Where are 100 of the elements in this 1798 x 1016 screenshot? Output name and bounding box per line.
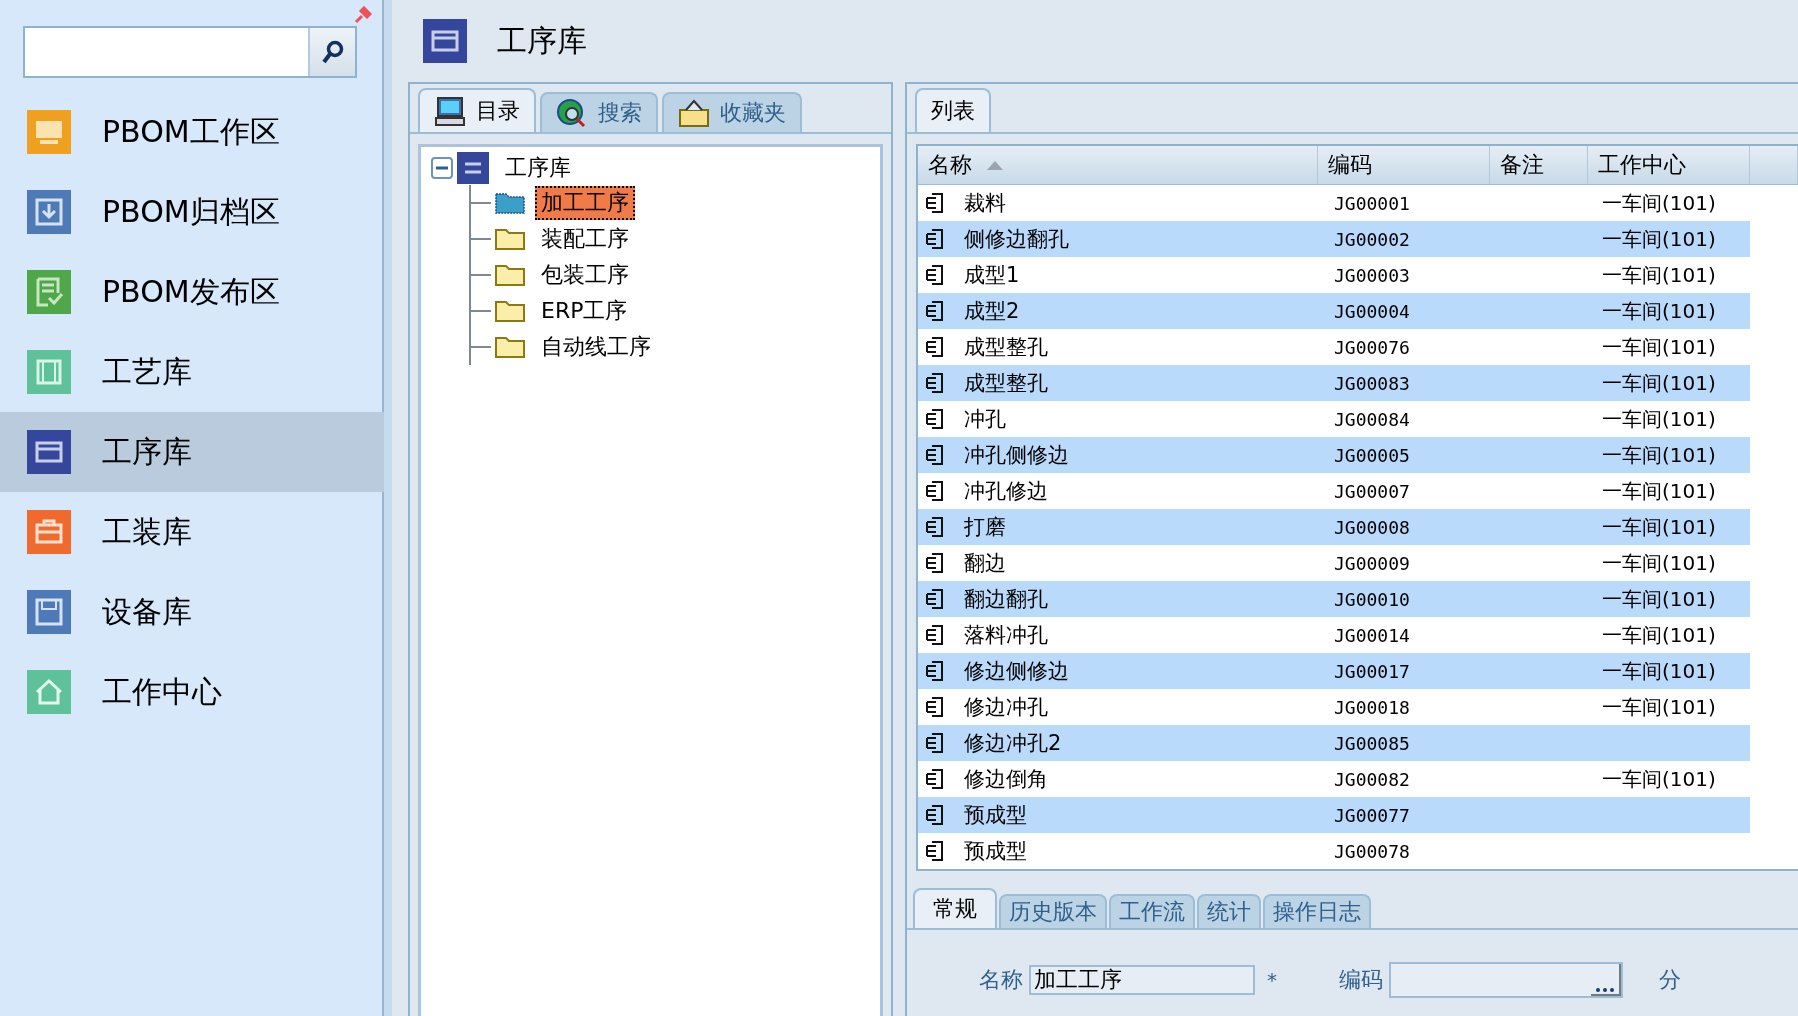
document-icon [926, 481, 943, 501]
computer-icon [434, 96, 466, 126]
table-cell-text: JG00007 [1333, 480, 1411, 502]
tab[interactable]: 列表 [915, 88, 991, 132]
table-cell-text: 打磨 [963, 514, 1007, 541]
document-icon [926, 409, 943, 429]
window-icon [423, 19, 467, 63]
table-cell-text: JG00004 [1333, 300, 1411, 322]
name-field[interactable]: 加工工序 [1029, 965, 1255, 995]
tree-item[interactable]: 加工工序 [535, 186, 635, 220]
nav-item[interactable]: 工艺库 [0, 332, 384, 412]
tree-item[interactable]: ERP工序 [535, 294, 634, 328]
document-icon [926, 517, 943, 537]
tree-item[interactable]: 自动线工序 [535, 330, 657, 364]
column-header[interactable]: 名称 [928, 150, 972, 180]
document-icon [926, 445, 943, 465]
tab[interactable]: 历史版本 [999, 894, 1107, 928]
table-cell-text: JG00001 [1333, 192, 1411, 214]
table-cell-text: JG00077 [1333, 804, 1411, 826]
table-cell-text: 冲孔 [963, 406, 1007, 433]
document-icon [926, 661, 943, 681]
table-cell-text: 翻边翻孔 [963, 586, 1049, 613]
search-button[interactable] [308, 28, 355, 76]
folder-icon [495, 264, 525, 286]
tab[interactable]: 操作日志 [1263, 894, 1371, 928]
table-cell-text: JG00002 [1333, 228, 1411, 250]
table-cell-text: 一车间(101) [1601, 693, 1717, 721]
table-cell-text: JG00003 [1333, 264, 1411, 286]
table-cell-text: JG00010 [1333, 588, 1411, 610]
tab[interactable]: 目录 [418, 88, 536, 132]
document-icon [926, 769, 943, 789]
list-icon [457, 152, 489, 184]
ellipsis-icon [1595, 986, 1615, 994]
table-cell-text: 一车间(101) [1601, 189, 1717, 217]
nav-item[interactable]: 工序库 [0, 412, 384, 492]
column-header[interactable]: 备注 [1500, 150, 1544, 180]
nav-item[interactable]: PBOM工作区 [0, 92, 384, 172]
table-cell-text: JG00017 [1333, 660, 1411, 682]
column-header[interactable]: 编码 [1328, 150, 1372, 180]
table-cell-text: JG00018 [1333, 696, 1411, 718]
browse-button[interactable] [1591, 964, 1621, 996]
table-cell-text: 成型1 [963, 262, 1021, 289]
nav-item[interactable]: 工作中心 [0, 652, 384, 732]
table-cell-text: 成型2 [963, 298, 1021, 325]
sort-arrow-icon[interactable] [986, 160, 1004, 170]
tree-item[interactable]: 包装工序 [535, 258, 635, 292]
globe-magnifier-icon [556, 98, 588, 128]
document-icon [926, 373, 943, 393]
nav-item[interactable]: PBOM发布区 [0, 252, 384, 332]
tab[interactable]: 收藏夹 [662, 92, 802, 132]
tab[interactable]: 统计 [1197, 894, 1261, 928]
table-cell-text: 一车间(101) [1601, 225, 1717, 253]
code-field[interactable] [1389, 962, 1623, 998]
table-cell-text: JG00076 [1333, 336, 1411, 358]
table-cell-text: 冲孔修边 [963, 478, 1049, 505]
table-cell-text: 一车间(101) [1601, 333, 1717, 361]
table-cell-text: 一车间(101) [1601, 765, 1717, 793]
table-cell-text: 落料冲孔 [963, 622, 1049, 649]
document-icon [926, 193, 943, 213]
tree-root[interactable]: 工序库 [505, 153, 571, 183]
table-cell-text: 预成型 [963, 838, 1028, 865]
table-cell-text: 翻边 [963, 550, 1007, 577]
tree-item[interactable]: 装配工序 [535, 222, 635, 256]
table-cell-text: 裁料 [963, 190, 1007, 217]
column-header[interactable]: 工作中心 [1598, 150, 1686, 180]
search-field[interactable] [23, 26, 357, 78]
table-cell-text: JG00014 [1333, 624, 1411, 646]
table-cell-text: 一车间(101) [1601, 441, 1717, 469]
nav-item[interactable]: 设备库 [0, 572, 384, 652]
table-cell-text: 侧修边翻孔 [963, 226, 1070, 253]
page-title: 工序库 [497, 21, 587, 60]
table-cell-text: 成型整孔 [963, 370, 1049, 397]
document-icon [926, 301, 943, 321]
document-icon [926, 229, 943, 249]
table-cell-text: 一车间(101) [1601, 477, 1717, 505]
table-cell-text: 修边倒角 [963, 766, 1049, 793]
pin-icon[interactable] [354, 6, 372, 24]
field-label: 名称 [979, 966, 1023, 994]
table-cell-text: 一车间(101) [1601, 657, 1717, 685]
table-cell-text: JG00008 [1333, 516, 1411, 538]
table-cell-text: 一车间(101) [1601, 369, 1717, 397]
field-label: 分 [1659, 966, 1681, 994]
table-cell-text: 一车间(101) [1601, 585, 1717, 613]
table-cell-text: JG00009 [1333, 552, 1411, 574]
document-icon [926, 553, 943, 573]
tab[interactable]: 搜索 [540, 92, 658, 132]
collapse-icon[interactable] [431, 157, 453, 179]
tab[interactable]: 工作流 [1109, 894, 1195, 928]
nav-item[interactable]: 工装库 [0, 492, 384, 572]
nav-item[interactable]: PBOM归档区 [0, 172, 384, 252]
table-cell-text: JG00078 [1333, 840, 1411, 862]
tab[interactable]: 常规 [913, 888, 997, 928]
document-icon [926, 841, 943, 861]
table-cell-text: JG00085 [1333, 732, 1411, 754]
document-icon [926, 697, 943, 717]
document-icon [926, 337, 943, 357]
table-cell-text: 一车间(101) [1601, 549, 1717, 577]
table-cell-text: 修边冲孔2 [963, 730, 1063, 757]
search-icon [320, 39, 345, 65]
document-icon [926, 625, 943, 645]
